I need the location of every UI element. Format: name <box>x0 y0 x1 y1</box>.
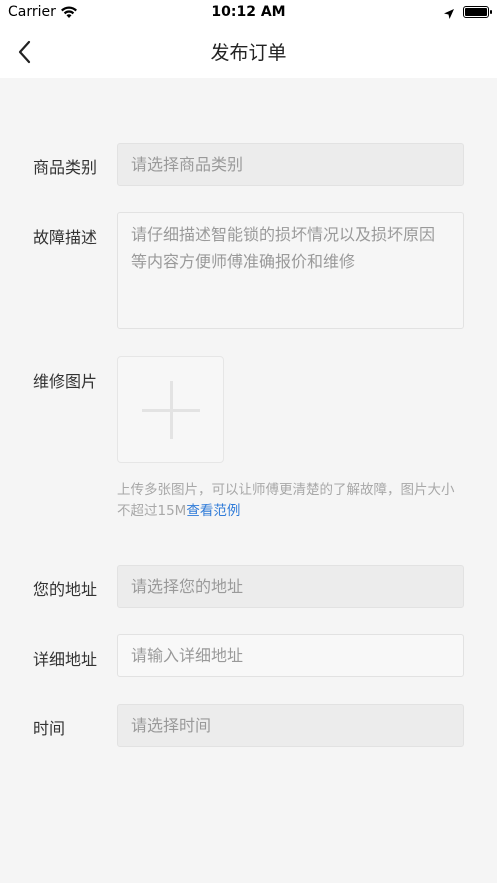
status-bar: Carrier 10:12 AM <box>0 0 497 26</box>
battery-icon <box>463 6 492 18</box>
photos-label: 维修图片 <box>33 372 98 391</box>
location-arrow-icon <box>443 5 455 24</box>
time-placeholder: 请选择时间 <box>131 716 212 735</box>
category-label: 商品类别 <box>33 158 98 177</box>
fault-placeholder: 请仔细描述智能锁的损坏情况以及损坏原因等内容方便师傅准确报价和维修 <box>131 225 436 271</box>
detail-address-label: 详细地址 <box>33 650 98 669</box>
navigation-bar: 发布订单 <box>0 26 497 78</box>
address-placeholder: 请选择您的地址 <box>131 577 244 596</box>
detail-address-placeholder: 请输入详细地址 <box>131 646 244 665</box>
add-photo-button[interactable] <box>117 356 224 463</box>
time-select[interactable]: 请选择时间 <box>117 704 464 747</box>
page-title: 发布订单 <box>210 42 287 64</box>
photo-hint: 上传多张图片，可以让师傅更清楚的了解故障，图片大小不超过15M查看范例 <box>117 480 467 522</box>
address-select[interactable]: 请选择您的地址 <box>117 565 464 608</box>
category-select[interactable]: 请选择商品类别 <box>117 143 464 186</box>
fault-description-input[interactable]: 请仔细描述智能锁的损坏情况以及损坏原因等内容方便师傅准确报价和维修 <box>117 212 464 329</box>
photo-hint-text: 上传多张图片，可以让师傅更清楚的了解故障，图片大小不超过15M <box>117 482 455 519</box>
fault-label: 故障描述 <box>33 228 98 247</box>
detail-address-input[interactable]: 请输入详细地址 <box>117 634 464 677</box>
time-label: 时间 <box>33 719 66 738</box>
category-placeholder: 请选择商品类别 <box>131 155 244 174</box>
clock-label: 10:12 AM <box>211 4 286 20</box>
plus-icon <box>142 381 200 439</box>
view-example-link[interactable]: 查看范例 <box>186 503 240 519</box>
address-label: 您的地址 <box>33 580 98 599</box>
